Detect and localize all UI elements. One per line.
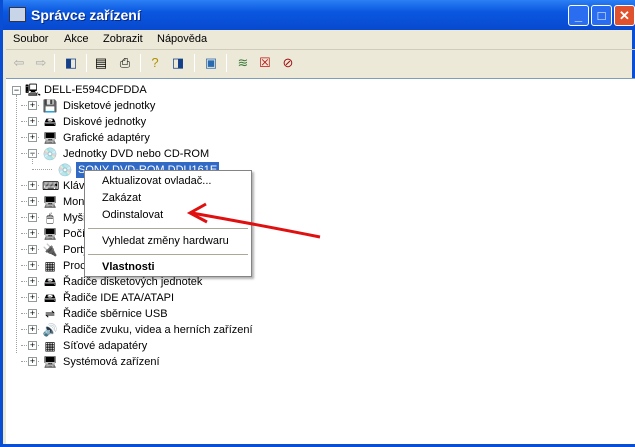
arrow-shaft [191,211,321,239]
red-arrow-annotation [186,202,321,239]
